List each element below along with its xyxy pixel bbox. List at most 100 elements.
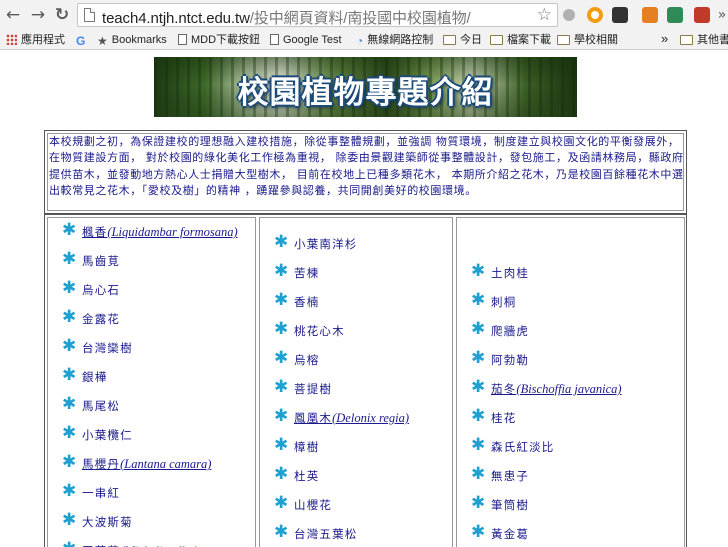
asterisk-bullet-icon: ✱ [471, 319, 486, 339]
bookmark-item[interactable]: G [76, 33, 89, 48]
bookmark-item[interactable]: 今日 [443, 33, 482, 48]
reload-button[interactable]: ↻ [52, 5, 72, 25]
asterisk-bullet-icon: ✱ [471, 348, 486, 368]
plant-name: 銀樺 [82, 370, 108, 384]
plant-name: 香楠 [294, 295, 320, 309]
plant-list-item[interactable]: ✱ 玉蘭花(Michelia alba) [48, 540, 255, 547]
asterisk-bullet-icon: ✱ [471, 464, 486, 484]
asterisk-bullet-icon: ✱ [471, 377, 486, 397]
bookmark-item[interactable]: 檔案下載 [490, 33, 551, 48]
pocket-icon[interactable] [694, 7, 710, 23]
url-host: teach4.ntjh.ntct.edu.tw [102, 10, 250, 27]
folder-icon [557, 35, 570, 45]
plant-list-item: ✱ 馬齒莧 [48, 250, 255, 279]
plant-link[interactable]: 鳳凰木(Delonix regia) [294, 410, 409, 426]
plant-name: 苦楝 [294, 266, 320, 280]
plant-link[interactable]: 玉蘭花(Michelia alba) [82, 543, 198, 547]
asterisk-bullet-icon: ✱ [274, 319, 289, 339]
page-icon [270, 34, 279, 45]
plant-list-item: ✱ 烏榕 [260, 349, 452, 378]
plant-list-item: ✱ 香楠 [260, 291, 452, 320]
orange-ring-icon[interactable] [587, 7, 603, 23]
bookmark-item[interactable]: 學校相關 [557, 33, 618, 48]
asterisk-bullet-icon: ✱ [274, 435, 289, 455]
star-icon: ★ [97, 34, 108, 48]
film-icon[interactable] [612, 7, 628, 23]
plant-list-item[interactable]: ✱ 馬櫻丹(Lantana camara) [48, 453, 255, 482]
wifi-icon: ◔ [356, 34, 364, 48]
more-icon[interactable]: » [712, 5, 728, 25]
plant-list-item: ✱ 銀樺 [48, 366, 255, 395]
asterisk-bullet-icon: ✱ [274, 406, 289, 426]
bookmark-item[interactable]: ◔ 無線網路控制 [356, 33, 433, 48]
bookmark-label: 無線網路控制 [367, 34, 434, 46]
plant-name: 樟樹 [294, 440, 320, 454]
plant-list-item: ✱ 桃花心木 [260, 320, 452, 349]
plant-name: 大波斯菊 [82, 515, 133, 529]
plant-name: 黃金葛 [491, 527, 530, 541]
plant-name: 爬牆虎 [491, 324, 530, 338]
asterisk-bullet-icon: ✱ [471, 435, 486, 455]
asterisk-bullet-icon: ✱ [62, 540, 76, 547]
plant-link[interactable]: 茄冬(Bischoffia javanica) [491, 381, 622, 397]
bookmark-item[interactable]: ★ Bookmarks [97, 33, 167, 48]
plant-name: 阿勃勒 [491, 353, 530, 367]
back-button[interactable]: ← [3, 5, 23, 25]
green-badge-icon[interactable] [667, 7, 683, 23]
asterisk-bullet-icon: ✱ [274, 377, 289, 397]
bookmark-item[interactable]: 其他書 [680, 33, 728, 48]
plant-list-item: ✱ 無患子 [457, 465, 684, 494]
plant-name: 馬齒莧 [82, 254, 121, 268]
plant-name: 森氏紅淡比 [491, 440, 555, 454]
plant-list-item: ✱ 一串紅 [48, 482, 255, 511]
plant-list-item: ✱ 樟樹 [260, 436, 452, 465]
asterisk-bullet-icon: ✱ [62, 510, 77, 530]
plant-list-item: ✱ 大波斯菊 [48, 511, 255, 540]
plant-list-item: ✱ 爬牆虎 [457, 320, 684, 349]
bookmark-item[interactable]: Google Test [270, 33, 342, 48]
address-bar[interactable]: teach4.ntjh.ntct.edu.tw/投中網頁資料/南投國中校園植物/… [77, 3, 558, 27]
plant-link[interactable]: 楓香(Liquidambar formosana) [82, 224, 238, 240]
circle-icon[interactable] [563, 9, 575, 21]
plant-list-item: ✱ 杜英 [260, 465, 452, 494]
google-icon: G [76, 34, 86, 48]
asterisk-bullet-icon: ✱ [471, 406, 486, 426]
asterisk-bullet-icon: ✱ [62, 452, 77, 472]
intro-box: 本校規劃之初，為保證建校的理想融入建校措施，除從事整體規劃，並強調 物質環境，制… [44, 130, 687, 214]
asterisk-bullet-icon: ✱ [62, 307, 77, 327]
asterisk-bullet-icon: ✱ [274, 464, 289, 484]
plant-name: 小葉南洋杉 [294, 237, 358, 251]
plant-name: 刺桐 [491, 295, 517, 309]
bookmark-label: 學校相關 [574, 34, 618, 46]
bookmarks-overflow-icon[interactable]: » [661, 31, 668, 46]
plant-link[interactable]: 馬櫻丹(Lantana camara) [82, 456, 211, 472]
bookmark-star-icon[interactable]: ☆ [537, 5, 552, 25]
plant-list-item: ✱ 烏心石 [48, 279, 255, 308]
plant-list-table: ✱ 楓香(Liquidambar formosana) ✱ 馬齒莧 ✱ 烏心石 ✱ 金露花 ✱ 台… [44, 214, 687, 547]
asterisk-bullet-icon: ✱ [274, 290, 289, 310]
bookmark-item[interactable]: MDD下載按鈕 [178, 33, 260, 48]
plant-name: 筆筒樹 [491, 498, 530, 512]
page-banner: 校園植物專題介紹 [154, 57, 577, 117]
page-icon [178, 34, 187, 45]
bookmark-item[interactable]: 應用程式 [6, 33, 65, 48]
asterisk-bullet-icon: ✱ [471, 261, 486, 281]
page-icon [84, 8, 95, 22]
folder-icon [680, 35, 693, 45]
bookmark-label: 檔案下載 [507, 34, 551, 46]
plant-list-item: ✱ 菩提樹 [260, 378, 452, 407]
bookmark-label: Google Test [283, 34, 342, 46]
plant-list-item: ✱ 小葉欖仁 [48, 424, 255, 453]
plant-list-item[interactable]: ✱ 茄冬(Bischoffia javanica) [457, 378, 684, 407]
plant-list-item[interactable]: ✱ 楓香(Liquidambar formosana) [48, 221, 255, 250]
plant-list-item[interactable]: ✱ 鳳凰木(Delonix regia) [260, 407, 452, 436]
bookmark-label: 今日 [460, 34, 482, 46]
download-arrow-icon[interactable] [642, 7, 658, 23]
plant-name: 馬尾松 [82, 399, 121, 413]
url-text[interactable]: teach4.ntjh.ntct.edu.tw/投中網頁資料/南投國中校園植物/ [102, 7, 471, 28]
plant-name: 金露花 [82, 312, 121, 326]
forward-button[interactable]: → [28, 5, 48, 25]
plant-list-item: ✱ 森氏紅淡比 [457, 436, 684, 465]
bookmark-label: 其他書 [697, 34, 728, 46]
plant-column-1: ✱ 楓香(Liquidambar formosana) ✱ 馬齒莧 ✱ 烏心石 ✱ 金露花 ✱ 台… [47, 217, 256, 547]
